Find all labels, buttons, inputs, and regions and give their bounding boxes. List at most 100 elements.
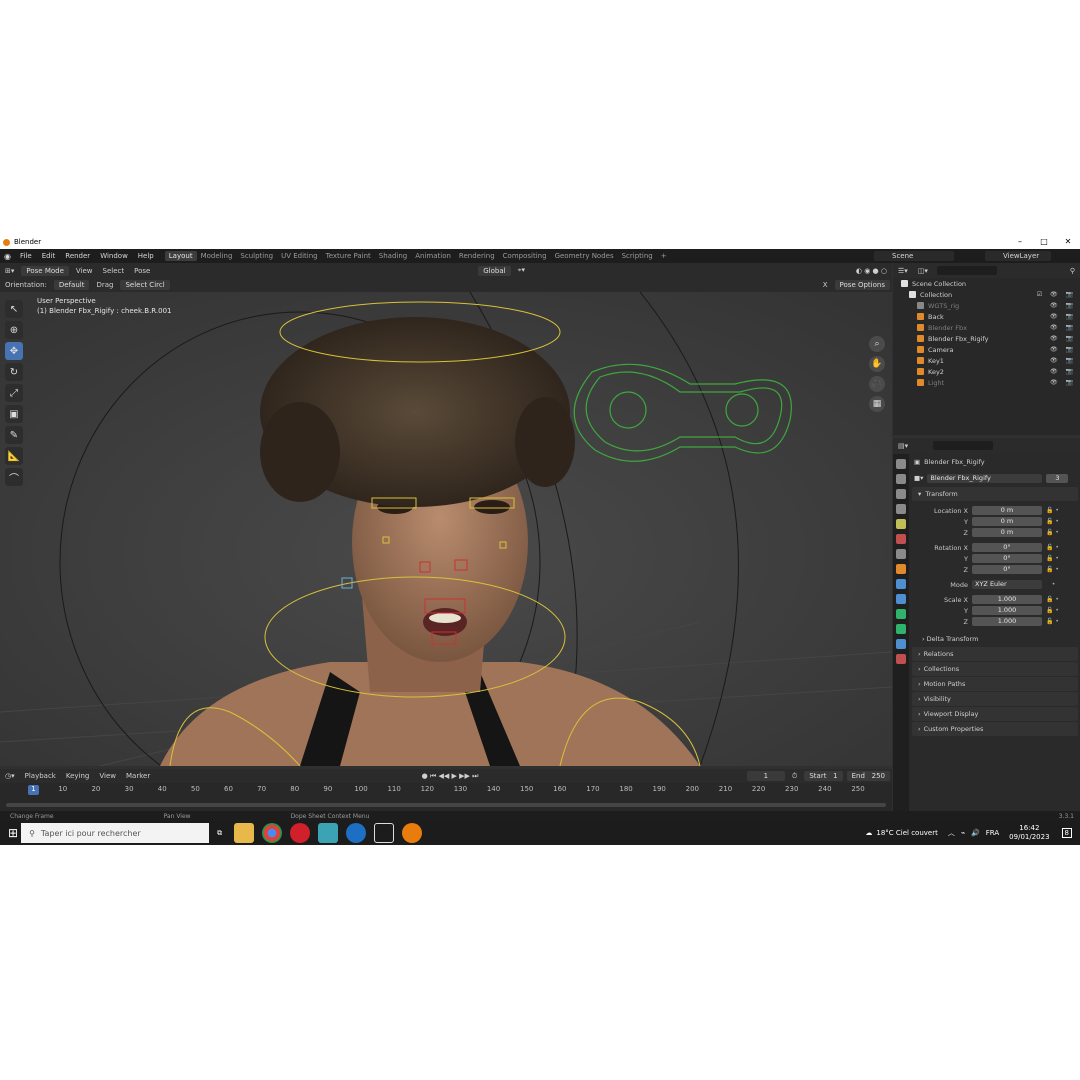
minimize-icon[interactable]: –	[1008, 235, 1032, 249]
breakdowner-tool-icon[interactable]: ⌒	[5, 468, 23, 486]
mode-selector[interactable]: Pose Mode	[21, 265, 69, 276]
timeline[interactable]: 1 10 20 30 40 50 60 70 80 90 100 110 120 130 140 150 160…	[0, 783, 892, 811]
tab-modeling[interactable]: Modeling	[197, 251, 237, 261]
tab-rendering[interactable]: Rendering	[455, 251, 499, 261]
cursor-tool-icon[interactable]: ⊕	[5, 321, 23, 339]
texture-tab-icon[interactable]	[896, 654, 906, 664]
outliner-item[interactable]: WGTS_rig 👁 📷	[893, 300, 1080, 311]
object-tab-icon[interactable]	[896, 564, 906, 574]
scale-x-field[interactable]: 1.000	[972, 595, 1042, 604]
drag-dropdown[interactable]: Select Circl	[120, 280, 170, 290]
panel-custom-properties[interactable]: › Custom Properties	[912, 722, 1078, 736]
visibility-toggle-icon[interactable]: 👁 📷	[1050, 346, 1076, 353]
editor-type-icon[interactable]: ⊞▾	[0, 267, 19, 275]
tab-shading[interactable]: Shading	[375, 251, 411, 261]
properties-editor-icon[interactable]: ▤▾	[893, 442, 913, 450]
outliner-item[interactable]: Back 👁 📷	[893, 311, 1080, 322]
measure-tool-icon[interactable]: 📐	[5, 447, 23, 465]
data-tab-icon[interactable]	[896, 609, 906, 619]
menu-edit[interactable]: Edit	[37, 252, 61, 260]
view-layer-tab-icon[interactable]	[896, 504, 906, 514]
display-mode-icon[interactable]: ◫▾	[913, 267, 933, 275]
end-frame-field[interactable]: End 250	[846, 771, 890, 781]
current-frame-marker[interactable]: 1	[28, 785, 39, 795]
snap-icon[interactable]: ⌖▾	[513, 266, 530, 275]
outliner-search-input[interactable]	[936, 266, 997, 275]
blender-taskbar-icon[interactable]	[402, 823, 423, 843]
chrome-icon[interactable]	[262, 823, 283, 843]
modifier-tab-icon[interactable]	[896, 579, 906, 589]
transform-panel-header[interactable]: ▾ Transform	[912, 487, 1078, 501]
output-tab-icon[interactable]	[896, 489, 906, 499]
physics-tab-icon[interactable]	[896, 594, 906, 604]
visibility-toggle-icon[interactable]: 👁 📷	[1050, 302, 1076, 309]
panel-relations[interactable]: › Relations	[912, 647, 1078, 661]
view-layer-selector[interactable]: ViewLayer	[985, 251, 1051, 261]
zoom-icon[interactable]: ⌕	[869, 336, 885, 352]
outliner-item[interactable]: Camera 👁 📷	[893, 344, 1080, 355]
scene-tab-icon[interactable]	[896, 519, 906, 529]
panel-collections[interactable]: › Collections	[912, 662, 1078, 676]
3d-viewport[interactable]: User Perspective (1) Blender Fbx_Rigify …	[0, 292, 892, 766]
lock-icon[interactable]: 🔓 •	[1046, 544, 1059, 551]
scale-y-field[interactable]: 1.000	[972, 606, 1042, 615]
panel-motion-paths[interactable]: › Motion Paths	[912, 677, 1078, 691]
pose-menu[interactable]: Pose	[129, 267, 155, 275]
lock-icon[interactable]: 🔓 •	[1046, 596, 1059, 603]
lock-icon[interactable]: 🔓 •	[1046, 618, 1059, 625]
add-workspace-icon[interactable]: +	[657, 251, 671, 261]
location-z-field[interactable]: 0 m	[972, 528, 1042, 537]
transform-space-dropdown[interactable]: Global	[478, 265, 511, 276]
visibility-toggle-icon[interactable]: 👁 📷	[1050, 313, 1076, 320]
notification-badge[interactable]: 8	[1061, 828, 1072, 838]
outliner-item[interactable]: Key2 👁 📷	[893, 366, 1080, 377]
transform-tool-icon[interactable]: ▣	[5, 405, 23, 423]
lock-icon[interactable]: 🔓 •	[1046, 529, 1059, 536]
lock-icon[interactable]: 🔓 •	[1046, 555, 1059, 562]
tool-tab-icon[interactable]	[896, 459, 906, 469]
outliner-editor-icon[interactable]: ☰▾	[893, 267, 913, 275]
view-menu[interactable]: View	[71, 267, 98, 275]
render-tab-icon[interactable]	[896, 474, 906, 484]
tab-compositing[interactable]: Compositing	[499, 251, 551, 261]
close-icon[interactable]: ✕	[1056, 235, 1080, 249]
tab-uv-editing[interactable]: UV Editing	[277, 251, 322, 261]
menu-help[interactable]: Help	[133, 252, 159, 260]
playback-menu[interactable]: Playback	[20, 772, 61, 780]
start-frame-field[interactable]: Start 1	[804, 771, 843, 781]
lock-icon[interactable]: 🔓 •	[1046, 507, 1059, 514]
task-view-icon[interactable]: ⧉	[217, 829, 222, 838]
outliner-item[interactable]: Blender Fbx 👁 📷	[893, 322, 1080, 333]
menu-file[interactable]: File	[15, 252, 37, 260]
volume-icon[interactable]: 🔊	[971, 829, 980, 837]
menu-render[interactable]: Render	[60, 252, 95, 260]
collection-row[interactable]: Collection ☑ 👁 📷	[893, 289, 1080, 300]
ortho-grid-icon[interactable]: ▦	[869, 396, 885, 412]
lock-icon[interactable]: 🔓 •	[1046, 518, 1059, 525]
constraint-tab-icon[interactable]	[896, 639, 906, 649]
playback-controls[interactable]: ● ⏮ ◀◀ ▶ ▶▶ ⏭	[417, 772, 484, 781]
timeline-view-menu[interactable]: View	[94, 772, 121, 780]
language-indicator[interactable]: FRA	[986, 829, 999, 837]
users-count[interactable]: 3	[1046, 473, 1069, 483]
marker-menu[interactable]: Marker	[121, 772, 155, 780]
clock[interactable]: 16:42 09/01/2023	[1009, 824, 1049, 842]
scene-selector[interactable]: Scene	[874, 251, 954, 261]
move-tool-icon[interactable]: ✥	[5, 342, 23, 360]
lock-icon[interactable]: 🔓 •	[1046, 607, 1059, 614]
filter-icon[interactable]: ⚲	[1070, 267, 1080, 275]
pan-hand-icon[interactable]: ✋	[869, 356, 885, 372]
properties-search-input[interactable]	[933, 441, 994, 450]
3d-viewer-icon[interactable]	[374, 823, 395, 843]
timeline-scrollbar[interactable]	[6, 803, 886, 807]
rotation-z-field[interactable]: 0°	[972, 565, 1042, 574]
lock-icon[interactable]: 🔓 •	[1046, 566, 1059, 573]
blender-menu-icon[interactable]: ◉	[0, 252, 15, 261]
object-name-field[interactable]: Blender Fbx_Rigify	[927, 473, 1043, 483]
maya-icon[interactable]	[318, 823, 339, 843]
rotation-mode-dropdown[interactable]: XYZ Euler	[972, 580, 1042, 589]
tab-animation[interactable]: Animation	[411, 251, 455, 261]
outliner-item[interactable]: Key1 👁 📷	[893, 355, 1080, 366]
visibility-toggle-icon[interactable]: 👁 📷	[1050, 368, 1076, 375]
tab-geometry-nodes[interactable]: Geometry Nodes	[551, 251, 618, 261]
